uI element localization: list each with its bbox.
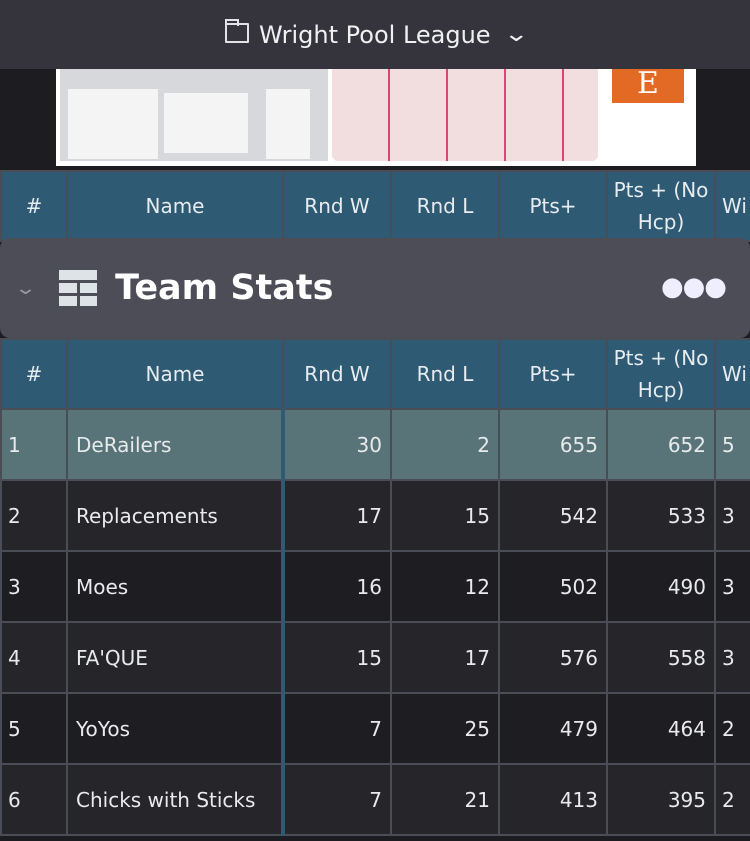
cell-name: Chicks with Sticks [66, 763, 285, 836]
cell-rank: 4 [0, 621, 68, 694]
cell-rank: 3 [0, 550, 68, 623]
cell-pts-no-hcp: 533 [606, 479, 716, 552]
cell-rnd-w: 17 [282, 479, 392, 552]
cell-rnd-w: 30 [282, 408, 392, 481]
cell-pts-plus: 655 [498, 408, 608, 481]
league-selector[interactable]: Wright Pool League ⌄ [0, 0, 750, 69]
cell-name: Moes [66, 550, 285, 623]
cell-rnd-l: 25 [390, 692, 500, 765]
cell-rank: 2 [0, 479, 68, 552]
chevron-down-icon: ⌄ [502, 22, 529, 47]
cell-rnd-w: 7 [282, 692, 392, 765]
table-icon [59, 270, 98, 306]
cell-pts-no-hcp: 395 [606, 763, 716, 836]
cell-name: Replacements [66, 479, 285, 552]
cell-pts-no-hcp: 558 [606, 621, 716, 694]
cell-rnd-l: 12 [390, 550, 500, 623]
cell-rnd-w: 7 [282, 763, 392, 836]
table-row[interactable]: 1 DeRailers 30 2 655 652 5 [0, 408, 750, 481]
table-row[interactable]: 4 FA'QUE 15 17 576 558 3 [0, 621, 750, 694]
table-row[interactable]: 5 YoYos 7 25 479 464 2 [0, 692, 750, 765]
section-title: Team Stats [115, 268, 334, 308]
cell-rnd-w: 16 [282, 550, 392, 623]
table-row[interactable]: 3 Moes 16 12 502 490 3 [0, 550, 750, 623]
cell-pts-plus: 576 [498, 621, 608, 694]
column-header-pts-plus[interactable]: Pts+ [498, 170, 608, 242]
cell-rnd-l: 21 [390, 763, 500, 836]
column-header-rank[interactable]: # [0, 170, 68, 242]
cell-rnd-l: 15 [390, 479, 500, 552]
column-header-rnd-l[interactable]: Rnd L [390, 170, 500, 242]
cell-wins: 5 [714, 408, 750, 481]
cell-pts-no-hcp: 490 [606, 550, 716, 623]
cell-rnd-w: 15 [282, 621, 392, 694]
cell-pts-plus: 479 [498, 692, 608, 765]
cell-wins: 3 [714, 550, 750, 623]
cell-rnd-l: 17 [390, 621, 500, 694]
team-stats-table: # Name Rnd W Rnd L Pts+ Pts + (No Hcp) W… [0, 338, 750, 836]
column-header-rnd-w[interactable]: Rnd W [282, 338, 392, 410]
cell-pts-plus: 542 [498, 479, 608, 552]
league-title: Wright Pool League [258, 20, 491, 49]
column-header-pts-no-hcp[interactable]: Pts + (No Hcp) [606, 170, 716, 242]
cell-name: FA'QUE [66, 621, 285, 694]
cell-rank: 5 [0, 692, 68, 765]
column-header-wins[interactable]: Wi [714, 170, 750, 242]
column-header-rnd-l[interactable]: Rnd L [390, 338, 500, 410]
column-header-wins[interactable]: Wi [714, 338, 750, 410]
team-stats-panel-header: ⌄ Team Stats ●●● [0, 238, 750, 338]
ellipsis-icon[interactable]: ●●● [661, 272, 727, 302]
cell-name: DeRailers [66, 408, 285, 481]
cell-name: YoYos [66, 692, 285, 765]
table-row[interactable]: 2 Replacements 17 15 542 533 3 [0, 479, 750, 552]
cell-wins: 2 [714, 763, 750, 836]
column-header-name[interactable]: Name [66, 170, 284, 242]
cell-pts-no-hcp: 652 [606, 408, 716, 481]
sticky-table-header: # Name Rnd W Rnd L Pts+ Pts + (No Hcp) W… [0, 170, 750, 242]
cell-pts-no-hcp: 464 [606, 692, 716, 765]
folder-icon [224, 18, 249, 43]
cell-wins: 3 [714, 479, 750, 552]
column-header-pts-plus[interactable]: Pts+ [498, 338, 608, 410]
cell-rank: 1 [0, 408, 68, 481]
cell-rank: 6 [0, 763, 68, 836]
column-header-rank[interactable]: # [0, 338, 68, 410]
column-header-name[interactable]: Name [66, 338, 284, 410]
cell-wins: 2 [714, 692, 750, 765]
column-header-pts-no-hcp[interactable]: Pts + (No Hcp) [606, 338, 716, 410]
cell-pts-plus: 413 [498, 763, 608, 836]
column-header-rnd-w[interactable]: Rnd W [282, 170, 392, 242]
cell-wins: 3 [714, 621, 750, 694]
cell-pts-plus: 502 [498, 550, 608, 623]
cell-rnd-l: 2 [390, 408, 500, 481]
table-row[interactable]: 6 Chicks with Sticks 7 21 413 395 2 [0, 763, 750, 836]
chevron-down-icon[interactable]: ⌄ [14, 278, 37, 299]
